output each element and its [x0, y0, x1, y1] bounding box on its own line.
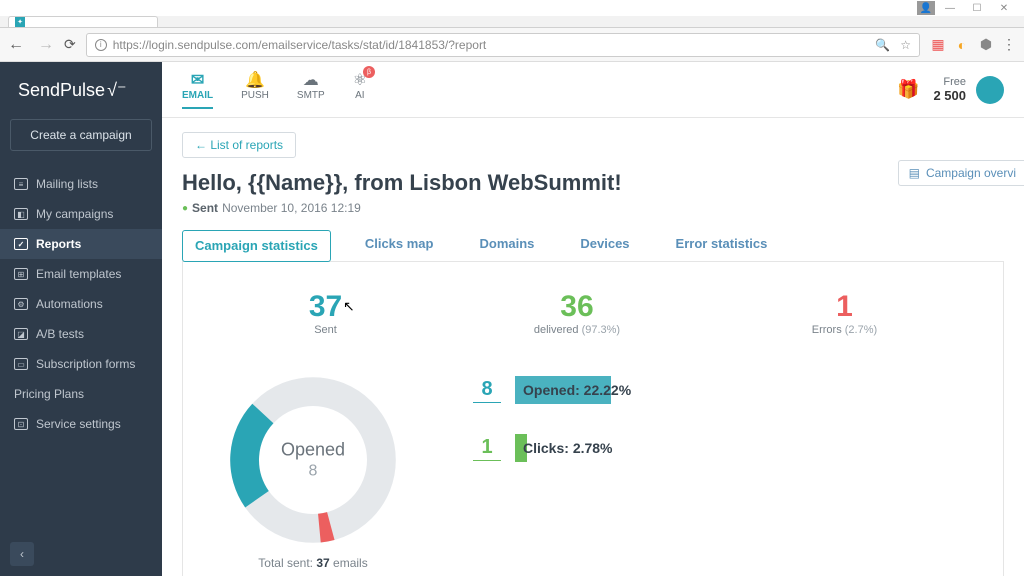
browser-tab[interactable]: ✦ — [8, 16, 158, 27]
sidebar-item-ab-tests[interactable]: ◪A/B tests — [0, 319, 162, 349]
page-title: Hello, {{Name}}, from Lisbon WebSummit! — [182, 170, 622, 196]
status-line: ● Sent November 10, 2016 12:19 — [182, 201, 1004, 215]
sidebar-item-subscription-forms[interactable]: ▭Subscription forms — [0, 349, 162, 379]
sidebar-item-mailing-lists[interactable]: ≡Mailing lists — [0, 169, 162, 199]
sidebar-item-my-campaigns[interactable]: ◧My campaigns — [0, 199, 162, 229]
metric-bars: 8 Opened: 22.22% 1 Clicks: 2.78% — [473, 370, 973, 492]
channel-smtp[interactable]: ☁SMTP — [297, 70, 325, 109]
sidebar-item-pricing-plans[interactable]: Pricing Plans — [0, 379, 162, 409]
channel-email[interactable]: ✉EMAIL — [182, 70, 213, 109]
avatar[interactable] — [976, 76, 1004, 104]
list-icon: ≡ — [14, 178, 28, 190]
url-text: https://login.sendpulse.com/emailservice… — [113, 38, 487, 52]
sidebar-item-reports[interactable]: ✓Reports — [0, 229, 162, 259]
sidebar: SendPulse√⁻ Create a campaign ≡Mailing l… — [0, 62, 162, 576]
favicon-icon: ✦ — [15, 17, 25, 27]
content: ← List of reports ▤ Campaign overvi Hell… — [162, 118, 1024, 576]
donut-chart: Opened 8 Total sent: 37 emails — [213, 370, 413, 570]
channel-push[interactable]: 🔔PUSH — [241, 70, 269, 109]
bar-opened[interactable]: 8 Opened: 22.22% — [473, 376, 973, 404]
main: ✉EMAIL 🔔PUSH ☁SMTP ⚛βAI 🎁 Free 2 500 ← L… — [162, 62, 1024, 576]
overview-icon: ▤ — [909, 166, 920, 180]
tab-campaign-statistics[interactable]: Campaign statistics — [182, 230, 331, 262]
report-tabs: Campaign statistics Clicks map Domains D… — [182, 229, 1004, 262]
tab-clicks-map[interactable]: Clicks map — [353, 229, 446, 261]
minimize-button[interactable]: — — [938, 2, 962, 14]
status-dot-icon: ● — [182, 203, 188, 214]
maximize-button[interactable]: ☐ — [965, 2, 989, 14]
channel-ai[interactable]: ⚛βAI — [353, 70, 367, 109]
stat-errors: 1 Errors (2.7%) — [812, 290, 877, 336]
cursor-icon: ↖ — [343, 298, 355, 315]
create-campaign-button[interactable]: Create a campaign — [10, 119, 152, 151]
back-button[interactable]: ← — [8, 36, 24, 54]
automation-icon: ⚙ — [14, 298, 28, 310]
pulse-icon: √⁻ — [107, 80, 126, 101]
channel-nav: ✉EMAIL 🔔PUSH ☁SMTP ⚛βAI 🎁 Free 2 500 — [162, 62, 1024, 118]
stat-sent: 37 Sent — [309, 290, 342, 336]
smtp-icon: ☁ — [297, 70, 325, 90]
extension-icon-3[interactable]: ⬢ — [978, 37, 994, 53]
browser-tabbar: ✦ — [0, 16, 1024, 28]
bar-clicks[interactable]: 1 Clicks: 2.78% — [473, 434, 973, 462]
tab-devices[interactable]: Devices — [568, 229, 641, 261]
free-credits[interactable]: Free 2 500 — [933, 76, 966, 103]
browser-menu-icon[interactable]: ⋮ — [1002, 36, 1016, 53]
bookmark-icon[interactable]: ☆ — [900, 38, 911, 52]
sidebar-item-email-templates[interactable]: ⊞Email templates — [0, 259, 162, 289]
donut-value: 8 — [281, 463, 345, 481]
search-icon[interactable]: 🔍 — [875, 38, 890, 52]
template-icon: ⊞ — [14, 268, 28, 280]
form-icon: ▭ — [14, 358, 28, 370]
settings-icon: ⊡ — [14, 418, 28, 430]
gift-icon[interactable]: 🎁 — [897, 79, 919, 100]
forward-button[interactable]: → — [38, 36, 54, 54]
donut-label: Opened — [281, 440, 345, 461]
extension-icon-1[interactable]: ▦ — [930, 37, 946, 53]
sidebar-collapse-button[interactable]: ‹ — [10, 542, 34, 566]
report-icon: ✓ — [14, 238, 28, 250]
push-icon: 🔔 — [241, 70, 269, 90]
reload-button[interactable]: ⟳ — [64, 36, 76, 53]
brand-logo[interactable]: SendPulse√⁻ — [0, 80, 162, 119]
donut-total: Total sent: 37 emails — [213, 556, 413, 570]
url-bar[interactable]: i https://login.sendpulse.com/emailservi… — [86, 33, 920, 57]
beta-badge: β — [363, 66, 375, 78]
stat-delivered: 36 delivered (97.3%) — [534, 290, 620, 336]
extension-icon-2[interactable]: ◐ — [954, 37, 970, 53]
window-titlebar: 👤 — ☐ ✕ — [0, 0, 1024, 16]
tab-domains[interactable]: Domains — [467, 229, 546, 261]
tab-error-statistics[interactable]: Error statistics — [664, 229, 780, 261]
sidebar-item-service-settings[interactable]: ⊡Service settings — [0, 409, 162, 439]
campaign-icon: ◧ — [14, 208, 28, 220]
user-icon[interactable]: 👤 — [917, 1, 935, 15]
brand-text: SendPulse — [18, 80, 105, 101]
browser-toolbar: ← → ⟳ i https://login.sendpulse.com/emai… — [0, 28, 1024, 62]
stats-panel: 37 Sent 36 delivered (97.3%) 1 Errors (2… — [182, 262, 1004, 576]
ab-icon: ◪ — [14, 328, 28, 340]
email-icon: ✉ — [182, 70, 213, 90]
close-button[interactable]: ✕ — [992, 2, 1016, 14]
sidebar-item-automations[interactable]: ⚙Automations — [0, 289, 162, 319]
site-info-icon[interactable]: i — [95, 39, 107, 51]
back-to-reports-link[interactable]: ← List of reports — [182, 132, 296, 158]
campaign-overview-button[interactable]: ▤ Campaign overvi — [898, 160, 1024, 186]
